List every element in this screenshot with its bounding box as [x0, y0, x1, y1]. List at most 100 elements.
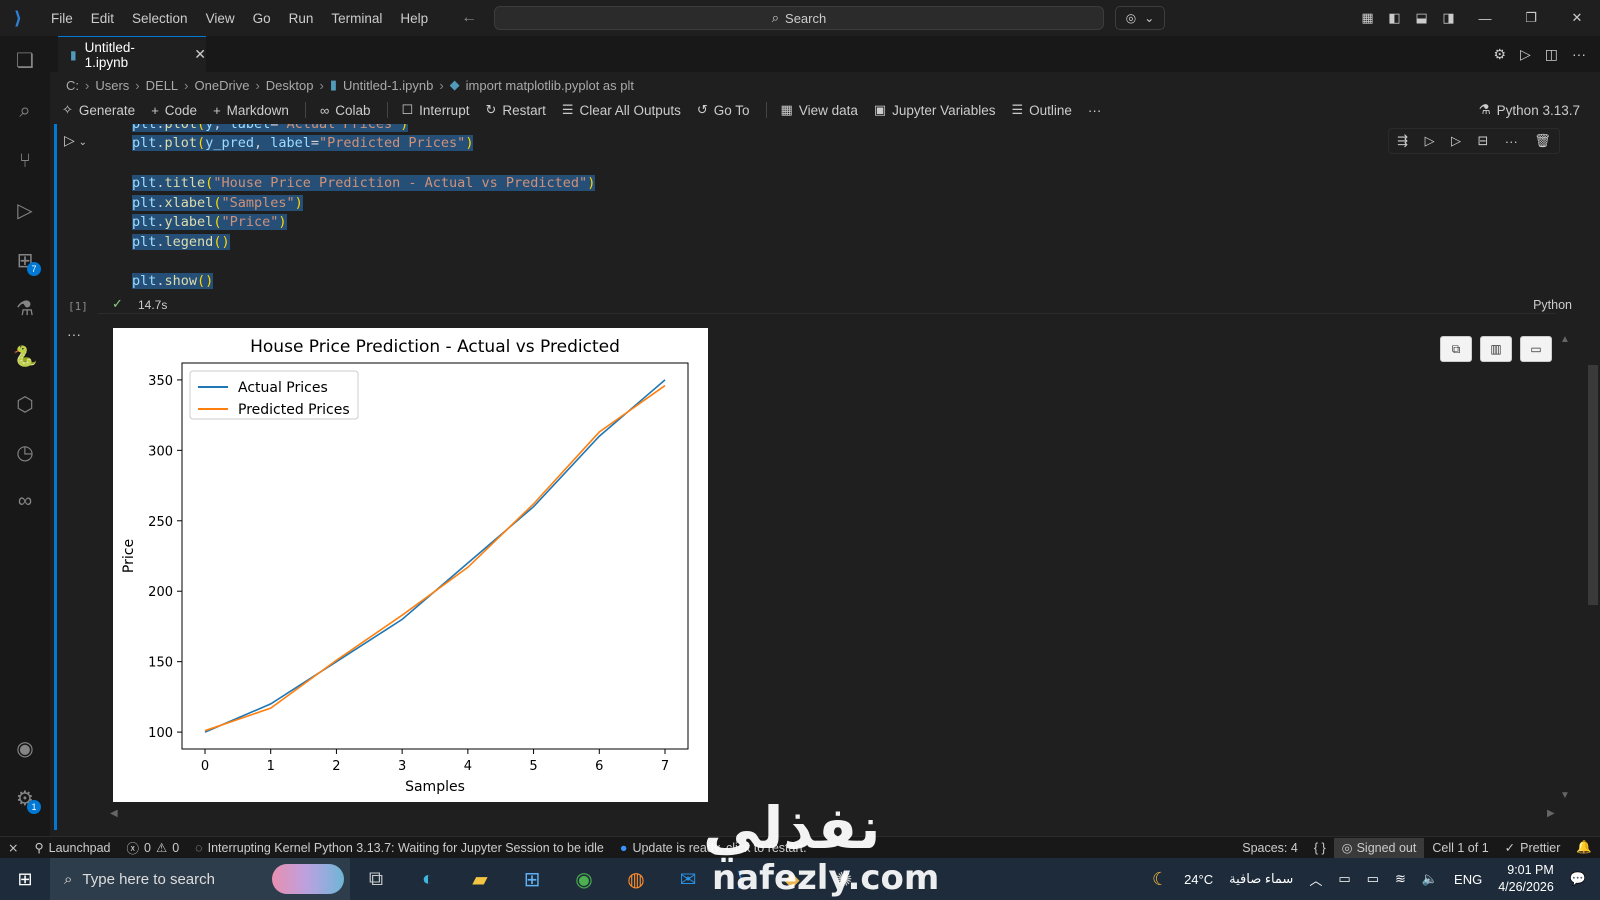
search-icon[interactable]: ⌕ — [12, 98, 38, 124]
clock[interactable]: 9:01 PM 4/26/2026 — [1498, 862, 1554, 896]
execute-below-icon[interactable]: ▷ — [1451, 133, 1461, 149]
close-icon[interactable]: ✕ — [194, 46, 206, 63]
explorer-icon[interactable]: ❏ — [12, 48, 38, 74]
save-output-icon[interactable]: ▭ — [1520, 336, 1552, 362]
cell-language[interactable]: Python — [1533, 298, 1572, 312]
delete-cell-icon[interactable]: 🗑 — [1534, 133, 1551, 149]
breadcrumb-item[interactable]: DELL — [146, 78, 179, 93]
output-more-icon[interactable]: ··· — [67, 326, 81, 342]
split-editor-icon[interactable]: ◫ — [1545, 46, 1558, 63]
meet-now-icon[interactable]: ▭ — [1338, 871, 1350, 887]
close-window-icon[interactable]: ✕ — [1554, 10, 1600, 26]
colab-button[interactable]: ∞ Colab — [320, 103, 371, 118]
run-icon[interactable]: ▷ — [1520, 46, 1531, 63]
firefox-icon[interactable]: ◍ — [610, 867, 662, 892]
breadcrumb-item[interactable]: import matplotlib.pyplot as plt — [466, 78, 634, 93]
task-view-icon[interactable]: ⧉ — [350, 868, 402, 891]
problems-item[interactable]: ⓧ 0 ⚠ 0 — [119, 838, 188, 857]
kernel-picker[interactable]: ⚗ Python 3.13.7 — [1479, 98, 1580, 122]
copilot-button[interactable]: ◎ ⌄ — [1115, 6, 1165, 30]
menu-terminal[interactable]: Terminal — [322, 11, 391, 26]
scroll-up-icon[interactable]: ▲ — [1560, 334, 1570, 345]
notifications-item[interactable]: 🔔 — [1568, 840, 1600, 855]
restore-icon[interactable]: ❐ — [1508, 10, 1554, 26]
file-explorer-icon[interactable]: ▰ — [454, 867, 506, 892]
weather-text[interactable]: سماء صافية — [1229, 871, 1293, 887]
toggle-primary-sidebar-icon[interactable]: ◧ — [1381, 10, 1408, 26]
add-code-button[interactable]: + Code — [151, 103, 197, 118]
extensions-icon[interactable]: ⊞ 7 — [12, 248, 41, 276]
menu-edit[interactable]: Edit — [82, 11, 123, 26]
manage-gear-icon[interactable]: ⚙ 1 — [12, 786, 41, 814]
launchpad-item[interactable]: ⚲ Launchpad — [26, 840, 118, 856]
gear-icon[interactable]: ⚙ — [1493, 46, 1506, 63]
run-debug-icon[interactable]: ▷ — [12, 198, 38, 224]
generate-button[interactable]: ✧ Generate — [62, 102, 135, 118]
customize-layout-icon[interactable]: ▦ — [1354, 10, 1381, 26]
interrupt-button[interactable]: ☐ Interrupt — [402, 102, 470, 118]
edge-icon[interactable]: ◐ — [402, 868, 454, 891]
back-arrow-icon[interactable]: ← — [461, 9, 477, 27]
menu-selection[interactable]: Selection — [123, 11, 197, 26]
braces-item[interactable]: { } — [1306, 841, 1334, 855]
command-search-box[interactable]: ⌕ Search — [494, 6, 1104, 30]
outline-button[interactable]: ☰ Outline — [1011, 102, 1071, 118]
menu-run[interactable]: Run — [280, 11, 323, 26]
menu-go[interactable]: Go — [244, 11, 280, 26]
more-cell-actions-icon[interactable]: ··· — [1505, 134, 1518, 149]
split-cell-icon[interactable]: ⊟ — [1477, 133, 1488, 149]
vertical-scrollbar[interactable] — [1588, 365, 1598, 605]
taskbar-search[interactable]: ⌕ Type here to search — [50, 858, 350, 900]
menu-file[interactable]: File — [42, 11, 82, 26]
scroll-left-icon[interactable]: ◀ — [110, 808, 118, 819]
language-indicator[interactable]: ENG — [1454, 872, 1482, 887]
clear-outputs-button[interactable]: ☰ Clear All Outputs — [562, 102, 681, 118]
weather-temp[interactable]: 24°C — [1184, 872, 1213, 887]
volume-icon[interactable]: 🔈 — [1422, 871, 1438, 887]
remote-indicator[interactable]: ⨯ — [0, 840, 26, 855]
breadcrumb-item[interactable]: OneDrive — [195, 78, 250, 93]
add-markdown-button[interactable]: + Markdown — [213, 103, 289, 118]
timeline-icon[interactable]: ◷ — [12, 440, 38, 466]
colab-icon[interactable]: ∞ — [12, 488, 38, 514]
breadcrumb-item[interactable]: C: — [66, 78, 79, 93]
wifi-icon[interactable]: ≋ — [1395, 871, 1406, 887]
indentation-item[interactable]: Spaces: 4 — [1234, 841, 1306, 855]
prettier-item[interactable]: ✓ Prettier — [1497, 840, 1569, 856]
plot-viewer-icon[interactable]: ▥ — [1480, 336, 1512, 362]
show-hidden-icons-icon[interactable]: ︿ — [1309, 870, 1322, 889]
breadcrumb-item[interactable]: Untitled-1.ipynb — [343, 78, 433, 93]
restart-button[interactable]: ↻ Restart — [485, 102, 545, 118]
windows-start-icon[interactable]: ⊞ — [0, 869, 50, 890]
python-icon[interactable]: 🐍 — [12, 344, 38, 370]
kernel-status-item[interactable]: ◌ Interrupting Kernel Python 3.13.7: Wait… — [187, 841, 612, 855]
run-cell-button[interactable]: ▷ ⌄ — [64, 132, 87, 149]
goto-button[interactable]: ↺ Go To — [697, 102, 750, 118]
microsoft-store-icon[interactable]: ⊞ — [506, 867, 558, 892]
signed-out-item[interactable]: ◎ Signed out — [1333, 837, 1425, 858]
containers-icon[interactable]: ⬡ — [12, 392, 38, 418]
source-control-icon[interactable]: ⑂ — [12, 148, 38, 174]
run-by-line-icon[interactable]: ⇶ — [1397, 133, 1408, 149]
menu-view[interactable]: View — [197, 11, 244, 26]
view-data-button[interactable]: ▦ View data — [781, 102, 858, 118]
code-cell-editor[interactable] — [98, 124, 1556, 314]
chrome-icon[interactable]: ◉ — [558, 867, 610, 892]
execute-above-icon[interactable]: ▷ — [1425, 133, 1435, 149]
notification-center-icon[interactable]: 💬 — [1570, 871, 1586, 887]
testing-icon[interactable]: ⚗ — [12, 296, 38, 322]
breadcrumb-item[interactable]: Desktop — [266, 78, 314, 93]
copy-output-icon[interactable]: ⧉ — [1440, 336, 1472, 362]
minimize-icon[interactable]: — — [1462, 11, 1508, 26]
scroll-down-icon[interactable]: ▼ — [1560, 790, 1570, 801]
tab-untitled-notebook[interactable]: ▮ Untitled-1.ipynb ✕ — [58, 36, 206, 72]
toggle-secondary-sidebar-icon[interactable]: ◨ — [1435, 10, 1462, 26]
toggle-panel-icon[interactable]: ⬓ — [1408, 10, 1435, 26]
more-toolbar-button[interactable]: ··· — [1088, 103, 1102, 118]
scroll-right-icon[interactable]: ▶ — [1547, 808, 1555, 819]
cell-position-item[interactable]: Cell 1 of 1 — [1424, 841, 1496, 855]
breadcrumb-item[interactable]: Users — [95, 78, 129, 93]
battery-icon[interactable]: ▭ — [1367, 871, 1379, 887]
more-actions-icon[interactable]: ··· — [1572, 46, 1586, 62]
account-icon[interactable]: ◉ — [12, 736, 38, 762]
